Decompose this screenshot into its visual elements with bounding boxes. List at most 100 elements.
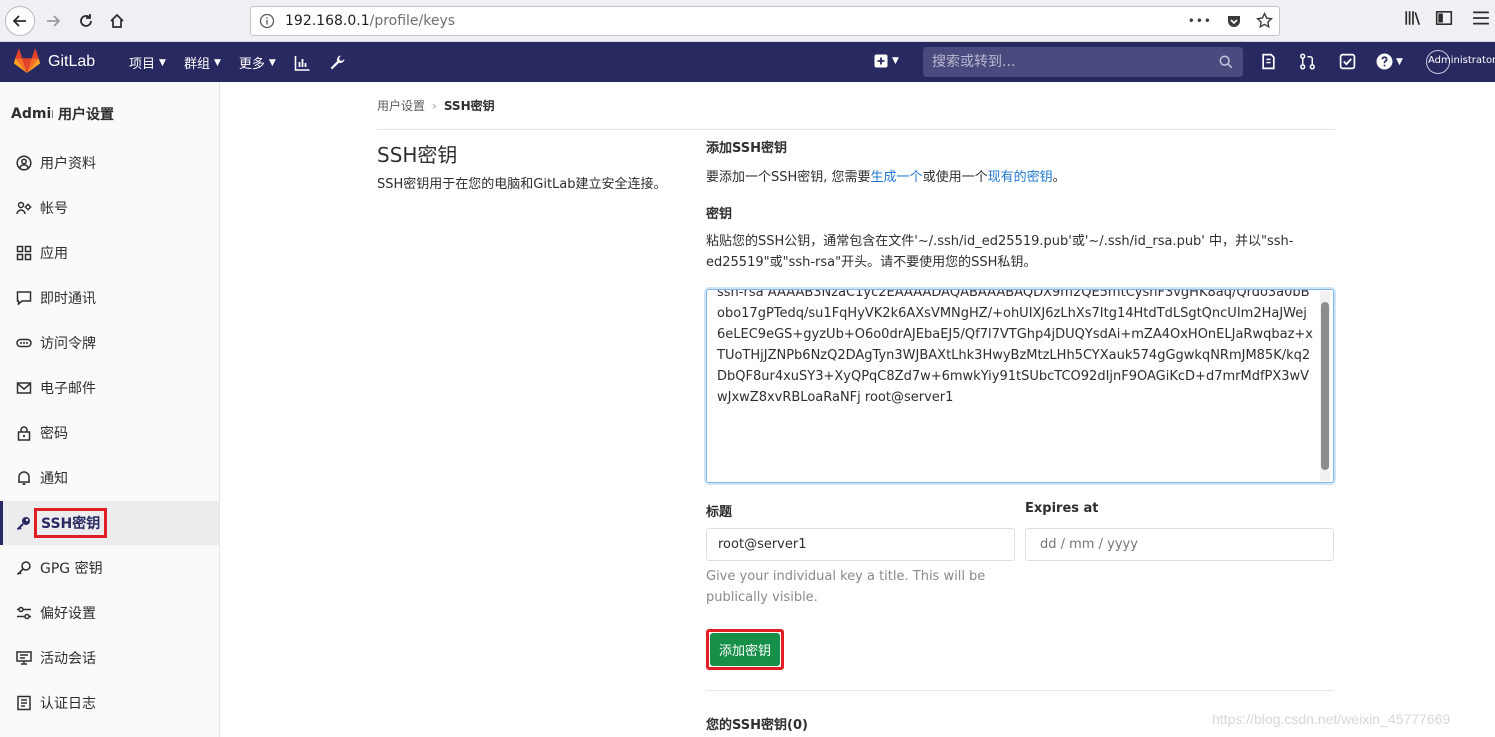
search-icon bbox=[1219, 55, 1233, 73]
nav-projects-dropdown[interactable]: 项目 ▼ bbox=[129, 53, 166, 72]
gitlab-logo-icon bbox=[14, 49, 40, 73]
sidebar-item-label: 访问令牌 bbox=[40, 336, 96, 352]
add-key-button-highlight: 添加密钥 bbox=[706, 629, 784, 670]
bookmark-star-icon[interactable] bbox=[1256, 12, 1273, 29]
sidebar-item-notifications[interactable]: 通知 bbox=[0, 456, 219, 500]
sidebar-item-profile[interactable]: 用户资料 bbox=[0, 141, 219, 185]
title-help-text: Give your individual key a title. This w… bbox=[706, 569, 986, 605]
menu-button[interactable] bbox=[1472, 9, 1490, 27]
token-icon bbox=[16, 335, 32, 351]
key-icon bbox=[16, 515, 32, 531]
divider bbox=[377, 129, 1335, 130]
gitlab-home-link[interactable]: GitLab bbox=[14, 49, 95, 74]
wrench-icon bbox=[330, 55, 345, 70]
applications-icon bbox=[16, 245, 32, 261]
arrow-left-icon bbox=[12, 15, 26, 27]
profile-icon bbox=[16, 155, 32, 171]
search-box[interactable] bbox=[923, 47, 1243, 77]
issues-icon bbox=[1262, 53, 1275, 70]
hamburger-menu-icon bbox=[1473, 11, 1489, 25]
preferences-icon bbox=[16, 605, 32, 621]
textarea-scrollbar-thumb[interactable] bbox=[1321, 302, 1329, 470]
todo-issues-link[interactable] bbox=[1260, 53, 1277, 74]
nav-projects-label: 项目 bbox=[129, 57, 156, 72]
chat-icon bbox=[16, 290, 32, 306]
mail-icon bbox=[16, 380, 32, 396]
forward-button[interactable] bbox=[38, 6, 68, 36]
log-icon bbox=[16, 695, 32, 711]
sidebar-toggle-button[interactable] bbox=[1435, 9, 1453, 27]
sidebar-item-applications[interactable]: 应用 bbox=[0, 231, 219, 275]
sidebar-item-gpg-keys[interactable]: GPG 密钥 bbox=[0, 546, 219, 590]
help-dropdown[interactable]: ▼ bbox=[1376, 53, 1403, 70]
sidebar-item-label: 帐号 bbox=[40, 201, 68, 217]
url-host: 192.168.0.1 bbox=[285, 13, 370, 29]
sidebar-item-emails[interactable]: 电子邮件 bbox=[0, 366, 219, 410]
key-textarea[interactable]: ssh-rsa AAAAB3NzaC1yc2EAAAADAQABAAABAQDX… bbox=[706, 289, 1334, 483]
sidebar-item-chat[interactable]: 即时通讯 bbox=[0, 276, 219, 320]
address-bar[interactable]: 192.168.0.1/profile/keys ••• bbox=[250, 6, 1280, 36]
chevron-down-icon: ▼ bbox=[213, 57, 221, 68]
reload-button[interactable] bbox=[71, 6, 101, 36]
nav-admin-link[interactable] bbox=[329, 54, 346, 71]
page-actions-icon[interactable]: ••• bbox=[1188, 14, 1212, 28]
title-label: 标题 bbox=[706, 505, 733, 520]
nav-groups-dropdown[interactable]: 群组 ▼ bbox=[184, 53, 221, 72]
breadcrumb-parent-link[interactable]: 用户设置 bbox=[377, 97, 425, 114]
add-ssh-key-description: 要添加一个SSH密钥, 您需要生成一个或使用一个现有的密钥。 bbox=[706, 166, 1066, 185]
description-text: 要添加一个SSH密钥, 您需要 bbox=[706, 170, 871, 185]
sidebar-item-account[interactable]: 帐号 bbox=[0, 186, 219, 230]
chevron-down-icon: ▼ bbox=[892, 56, 899, 66]
expires-label: Expires at bbox=[1025, 501, 1099, 516]
breadcrumb-separator-icon: › bbox=[432, 98, 437, 113]
bell-icon bbox=[16, 470, 32, 486]
plus-square-icon bbox=[874, 54, 888, 68]
watermark: https://blog.csdn.net/weixin_45777669 bbox=[1212, 711, 1451, 727]
nav-activity-link[interactable] bbox=[294, 55, 311, 71]
sidebar-item-active-sessions[interactable]: 活动会话 bbox=[0, 636, 219, 680]
chart-icon bbox=[294, 55, 310, 71]
sidebar-icon bbox=[1435, 11, 1453, 25]
sidebar-title: 用户设置 bbox=[58, 107, 114, 123]
url-path: /profile/keys bbox=[369, 13, 456, 29]
search-input[interactable] bbox=[923, 47, 1213, 77]
sidebar-header: Administrator 用户设置 bbox=[11, 104, 114, 124]
back-button[interactable] bbox=[5, 6, 35, 36]
sidebar-item-password[interactable]: 密码 bbox=[0, 411, 219, 455]
page-description: SSH密钥用于在您的电脑和GitLab建立安全连接。 bbox=[377, 177, 667, 192]
breadcrumb: 用户设置 › SSH密钥 bbox=[377, 97, 495, 114]
divider bbox=[706, 690, 1334, 691]
home-button[interactable] bbox=[102, 6, 132, 36]
key-textarea-value: ssh-rsa AAAAB3NzaC1yc2EAAAADAQABAAABAQDX… bbox=[717, 289, 1313, 405]
sidebar-item-label: 用户资料 bbox=[40, 156, 96, 172]
url-text[interactable]: 192.168.0.1/profile/keys bbox=[285, 13, 455, 29]
new-item-dropdown[interactable]: ▼ bbox=[874, 54, 899, 68]
chevron-down-icon: ▼ bbox=[268, 57, 276, 68]
nav-more-label: 更多 bbox=[238, 57, 265, 72]
sidebar-item-access-tokens[interactable]: 访问令牌 bbox=[0, 321, 219, 365]
chevron-down-icon: ▼ bbox=[1396, 56, 1403, 67]
existing-key-link[interactable]: 现有的密钥 bbox=[988, 170, 1053, 185]
your-ssh-keys-heading: 您的SSH密钥(0) bbox=[706, 718, 808, 733]
sidebar-item-auth-log[interactable]: 认证日志 bbox=[0, 681, 219, 725]
todos-link[interactable] bbox=[1339, 53, 1356, 74]
merge-request-icon bbox=[1300, 53, 1315, 70]
sidebar-item-label: 应用 bbox=[40, 246, 68, 262]
merge-requests-link[interactable] bbox=[1299, 53, 1316, 74]
add-key-button[interactable]: 添加密钥 bbox=[710, 633, 780, 666]
sidebar-item-preferences[interactable]: 偏好设置 bbox=[0, 591, 219, 635]
avatar-text: Administrator bbox=[1428, 55, 1495, 66]
lock-icon bbox=[16, 425, 32, 441]
nav-more-dropdown[interactable]: 更多 ▼ bbox=[239, 53, 276, 72]
title-input[interactable] bbox=[706, 528, 1015, 561]
info-icon[interactable] bbox=[259, 13, 275, 33]
breadcrumb-current[interactable]: SSH密钥 bbox=[444, 97, 495, 114]
settings-sidebar: Administrator 用户设置 用户资料 帐号 应用 即时通讯 访问令牌 … bbox=[0, 82, 220, 737]
sidebar-item-ssh-keys[interactable]: SSH密钥 bbox=[0, 501, 219, 545]
user-avatar[interactable]: Administrator bbox=[1426, 50, 1495, 74]
pocket-icon[interactable] bbox=[1226, 13, 1242, 29]
sidebar-item-label: SSH密钥 bbox=[34, 508, 108, 538]
expires-date-input[interactable] bbox=[1025, 528, 1334, 561]
library-button[interactable] bbox=[1404, 9, 1422, 27]
generate-key-link[interactable]: 生成一个 bbox=[871, 170, 923, 185]
